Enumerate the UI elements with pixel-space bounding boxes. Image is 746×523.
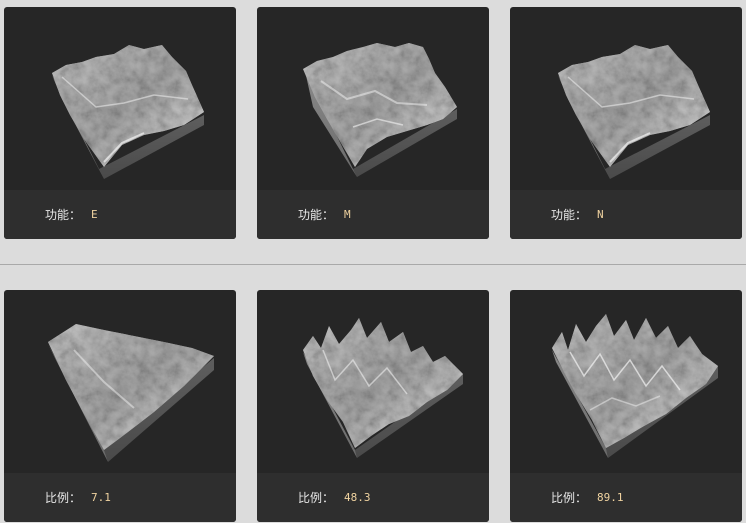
terrain-card-scale-48-3[interactable]: 比例： 48.3	[257, 290, 489, 522]
terrain-preview	[4, 290, 236, 473]
scale-label: 比例：	[298, 491, 335, 505]
terrain-card-function-n[interactable]: 功能： N	[510, 7, 742, 239]
terrain-card-function-m[interactable]: 功能： M	[257, 7, 489, 239]
card-footer: 比例： 7.1	[4, 473, 236, 522]
card-footer: 功能： M	[257, 190, 489, 239]
terrain-preview	[257, 290, 489, 473]
card-footer: 比例： 89.1	[510, 473, 742, 522]
scale-value: 48.3	[344, 491, 371, 504]
function-value: M	[344, 208, 351, 221]
scale-value: 7.1	[91, 491, 111, 504]
section-divider	[0, 264, 746, 265]
function-label: 功能：	[45, 208, 82, 222]
terrain-preview	[4, 7, 236, 190]
scale-label: 比例：	[551, 491, 588, 505]
card-footer: 功能： E	[4, 190, 236, 239]
terrain-card-scale-7-1[interactable]: 比例： 7.1	[4, 290, 236, 522]
terrain-preview	[510, 7, 742, 190]
scale-label: 比例：	[45, 491, 82, 505]
terrain-card-scale-89-1[interactable]: 比例： 89.1	[510, 290, 742, 522]
function-label: 功能：	[298, 208, 335, 222]
function-label: 功能：	[551, 208, 588, 222]
terrain-card-function-e[interactable]: 功能： E	[4, 7, 236, 239]
function-value: E	[91, 208, 98, 221]
scale-value: 89.1	[597, 491, 624, 504]
card-footer: 功能： N	[510, 190, 742, 239]
terrain-preview	[510, 290, 742, 473]
card-footer: 比例： 48.3	[257, 473, 489, 522]
function-value: N	[597, 208, 604, 221]
terrain-preview	[257, 7, 489, 190]
